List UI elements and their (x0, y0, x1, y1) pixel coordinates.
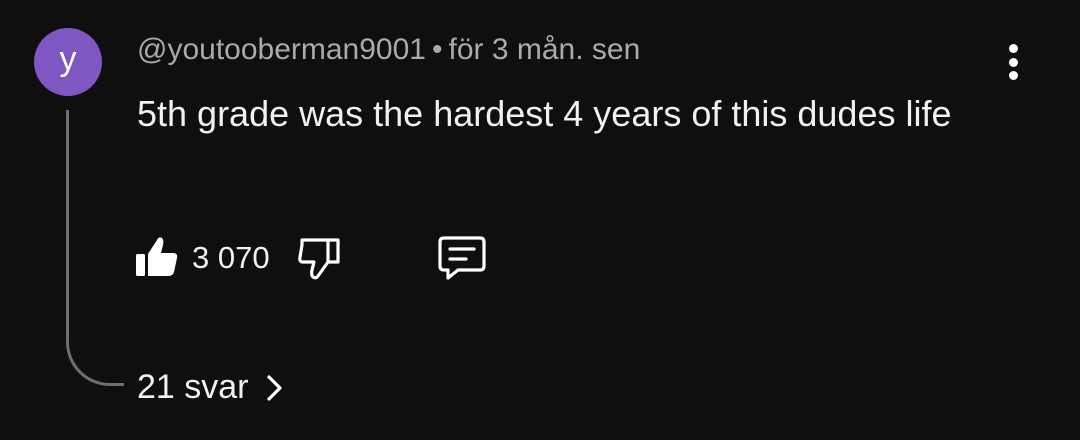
view-replies-button[interactable]: 21 svar (137, 368, 285, 407)
thumbs-down-outline-icon (298, 238, 340, 280)
replies-count-label: 21 svar (137, 368, 249, 406)
more-vert-icon-dot (1008, 57, 1018, 67)
thumbs-up-filled-icon (136, 237, 178, 276)
avatar-letter: y (59, 40, 77, 78)
comment-timestamp[interactable]: för 3 mån. sen (449, 33, 641, 66)
like-button[interactable] (134, 232, 180, 280)
chevron-right-icon (266, 374, 282, 401)
thread-connector-line (66, 110, 124, 386)
avatar[interactable]: y (34, 28, 102, 96)
comment-thread: y @youtooberman9001 • för 3 mån. sen 5th g… (0, 0, 1080, 440)
reply-comment-icon (438, 236, 486, 280)
like-count: 3 070 (192, 240, 270, 275)
author-handle[interactable]: @youtooberman9001 (137, 33, 426, 66)
more-vert-icon (1008, 44, 1018, 53)
comment-text: 5th grade was the hardest 4 years of thi… (137, 93, 952, 134)
reply-button[interactable] (436, 234, 488, 282)
dislike-button[interactable] (296, 234, 342, 282)
more-options-button[interactable] (996, 40, 1030, 84)
more-vert-icon-dot (1008, 71, 1018, 80)
comment-header: @youtooberman9001 • för 3 mån. sen (137, 33, 640, 67)
meta-separator: • (431, 33, 443, 66)
